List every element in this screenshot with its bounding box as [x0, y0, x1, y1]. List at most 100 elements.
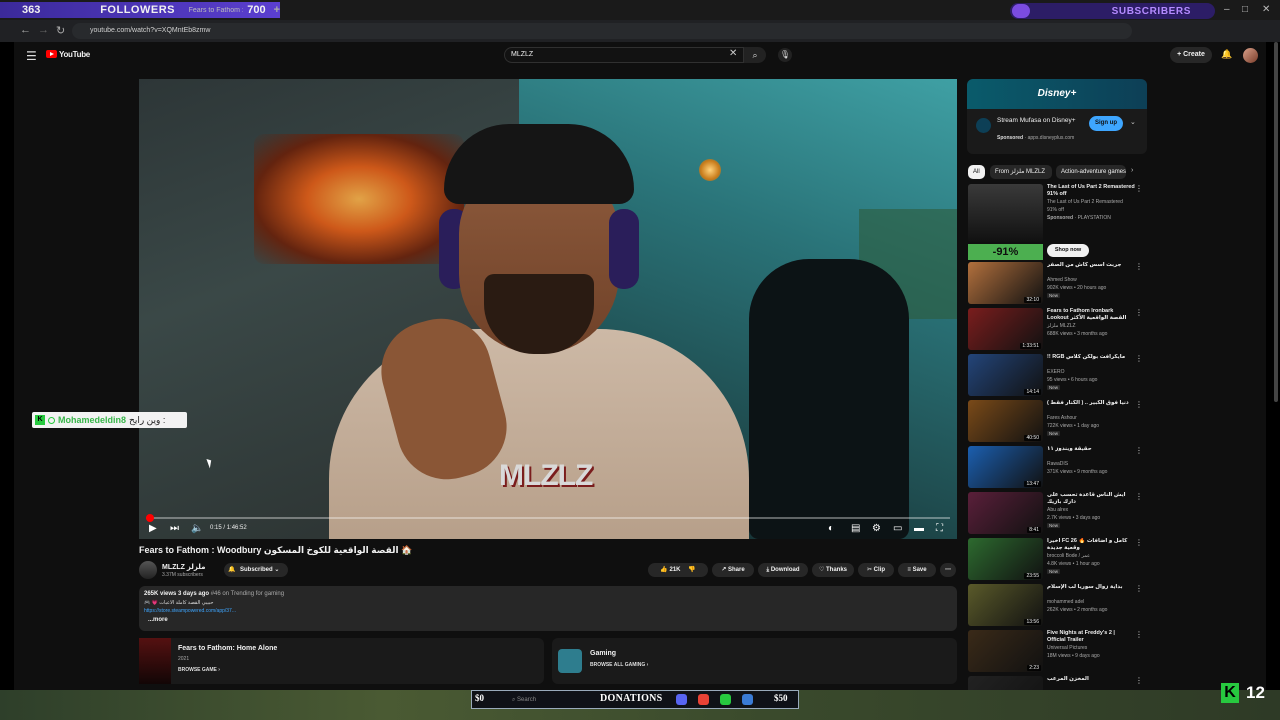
channel-name[interactable]: MLZLZ ملزلز — [162, 563, 205, 571]
more-options-icon[interactable]: ⋮ — [1135, 492, 1143, 501]
channel-avatar[interactable] — [139, 561, 157, 579]
more-options-icon[interactable]: ⋮ — [1135, 676, 1143, 685]
search-icon[interactable]: ⌕ — [744, 47, 766, 63]
browser-tab-title[interactable]: Fears to Fathom : Woodbury — [189, 7, 244, 14]
trending-rank[interactable]: #46 on Trending for gaming — [211, 591, 284, 597]
more-options-icon[interactable]: ⋮ — [1135, 308, 1143, 317]
recommendation-item[interactable]: 2:23 Five Nights at Freddy's 2 | Official… — [968, 630, 1143, 674]
next-icon[interactable]: ⏭ — [170, 523, 179, 534]
game-thumbnail[interactable] — [139, 638, 171, 684]
shop-now-button[interactable]: Shop now — [1047, 244, 1089, 257]
progress-bar[interactable] — [146, 517, 950, 519]
recommendation-item[interactable]: 32:10 جربت أسس كاش من الصفر Ahmed Show 902K… — [968, 262, 1143, 306]
promo-title[interactable]: The Last of Us Part 2 Remastered 91% off — [1047, 184, 1135, 198]
settings-gear-icon[interactable]: ⚙ — [872, 523, 881, 534]
promo-thumbnail[interactable] — [968, 184, 1043, 242]
more-options-icon[interactable]: ⋮ — [1135, 184, 1143, 193]
video-title[interactable]: المخزن المرعب — [1047, 676, 1135, 683]
video-title[interactable]: !! RGB مايكرافت بولكن كلاس — [1047, 354, 1135, 361]
channel-name[interactable]: broccoli Bode / عمر — [1047, 553, 1090, 559]
chip-from-channel[interactable]: From ملزلز MLZLZ — [990, 165, 1052, 179]
sign-up-button[interactable]: Sign up — [1089, 116, 1123, 131]
kick-app-icon[interactable] — [720, 694, 731, 705]
recommendation-item[interactable]: 13:47 حقيقة ويندوز ١١ RawaDIS 371K views • … — [968, 446, 1143, 490]
channel-name[interactable]: Fares Ashour — [1047, 415, 1077, 421]
ad-title[interactable]: Stream Mufasa on Disney+ — [997, 116, 1085, 125]
dislike-icon[interactable]: 👎 — [688, 567, 695, 573]
channel-name[interactable]: RawaDIS — [1047, 461, 1068, 467]
video-title[interactable]: أخيراً FC 26 🔥 كامل و اضافات وقعية جديدة — [1047, 538, 1135, 552]
notifications-bell-icon[interactable]: 🔔 — [1221, 49, 1232, 60]
recommendation-item[interactable]: 23:55 أخيراً FC 26 🔥 كامل و اضافات وقعية … — [968, 538, 1143, 582]
video-title[interactable]: جربت أسس كاش من الصفر — [1047, 262, 1135, 269]
volume-icon[interactable]: 🔈 — [191, 523, 203, 534]
chrome-icon[interactable] — [698, 694, 709, 705]
autoplay-toggle-icon[interactable]: ◐ — [828, 523, 834, 534]
more-options-icon[interactable]: ⋮ — [1135, 262, 1143, 271]
chevron-down-icon[interactable]: ⌄ — [1130, 118, 1136, 126]
promo-item[interactable]: The Last of Us Part 2 Remastered 91% off… — [968, 184, 1143, 242]
reload-icon[interactable]: ↻ — [56, 24, 65, 37]
gaming-title[interactable]: Gaming — [590, 650, 616, 657]
back-icon[interactable]: ← — [20, 24, 31, 36]
video-title[interactable]: بداية زوال سوريا لب الإسلام — [1047, 584, 1135, 591]
address-bar[interactable]: youtube.com/watch?v=XQMntEb8zmw — [72, 23, 1132, 39]
more-options-icon[interactable]: ⋮ — [1135, 630, 1143, 639]
browse-game-link[interactable]: BROWSE GAME › — [178, 667, 220, 673]
page-scrollbar[interactable] — [1274, 42, 1278, 402]
video-player[interactable]: MLZLZ — [139, 79, 957, 539]
channel-name[interactable]: mohammed adel — [1047, 599, 1084, 605]
subscribed-button[interactable]: Subscribed ⌄ — [224, 563, 288, 577]
recommendation-item[interactable]: 13:56 بداية زوال سوريا لب الإسلام mohammed… — [968, 584, 1143, 628]
minimize-icon[interactable]: – — [1224, 4, 1230, 15]
more-options-icon[interactable]: ⋮ — [1135, 400, 1143, 409]
recommendation-item[interactable]: 1:33:51 Fears to Fathom Ironbark Lookout … — [968, 308, 1143, 352]
recommendation-item[interactable]: 8:41 أيش الناس قاعدة تحسب على دارك بازيك A… — [968, 492, 1143, 536]
progress-scrubber[interactable] — [146, 514, 154, 522]
chevron-right-icon[interactable]: › — [1131, 167, 1133, 174]
search-input[interactable]: MLZLZ — [504, 47, 744, 63]
microphone-icon[interactable]: 🎙 — [778, 48, 792, 62]
miniplayer-icon[interactable]: ▭ — [893, 523, 902, 534]
browse-all-gaming-link[interactable]: BROWSE ALL GAMING › — [590, 662, 648, 668]
create-button[interactable]: + Create — [1170, 47, 1212, 63]
maximize-icon[interactable]: □ — [1242, 4, 1248, 15]
app-icon[interactable] — [742, 694, 753, 705]
play-icon[interactable]: ▶ — [149, 523, 157, 534]
video-title[interactable]: أيش الناس قاعدة تحسب على دارك بازيك — [1047, 492, 1135, 506]
more-actions-icon[interactable]: ⋯ — [940, 563, 956, 577]
like-button[interactable]: 👍 21K 👎 — [648, 563, 708, 577]
video-title[interactable]: دنيا فوق الكبير .. ( الكنار فقط ) — [1047, 400, 1135, 407]
subtitles-icon[interactable]: ▤ — [851, 523, 860, 534]
theater-mode-icon[interactable]: ▬ — [914, 523, 924, 534]
more-options-icon[interactable]: ⋮ — [1135, 354, 1143, 363]
clip-button[interactable]: ✂ Clip — [858, 563, 894, 577]
channel-name[interactable]: EXERO — [1047, 369, 1065, 375]
channel-name[interactable]: Abu alrex — [1047, 507, 1068, 513]
thanks-button[interactable]: ♡ Thanks — [812, 563, 854, 577]
gaming-card[interactable] — [552, 638, 957, 684]
ad-banner[interactable]: Disney+ — [967, 79, 1147, 109]
youtube-logo-icon[interactable] — [46, 50, 57, 58]
taskbar-search[interactable]: ⌕ Search — [500, 694, 590, 706]
fullscreen-icon[interactable]: ⛶ — [936, 523, 943, 534]
channel-name[interactable]: Ahmed Show — [1047, 277, 1077, 283]
more-options-icon[interactable]: ⋮ — [1135, 446, 1143, 455]
recommendation-item[interactable]: 40:50 دنيا فوق الكبير .. ( الكنار فقط ) Fa… — [968, 400, 1143, 444]
channel-name[interactable]: Universal Pictures — [1047, 645, 1087, 651]
more-options-icon[interactable]: ⋮ — [1135, 584, 1143, 593]
account-avatar[interactable] — [1243, 48, 1258, 63]
close-window-icon[interactable]: ✕ — [1262, 4, 1270, 15]
chip-all[interactable]: All — [968, 165, 985, 179]
game-title[interactable]: Fears to Fathom: Home Alone — [178, 645, 277, 652]
recommendation-item[interactable]: 14:14 !! RGB مايكرافت بولكن كلاس EXERO 95 v… — [968, 354, 1143, 398]
video-title[interactable]: Five Nights at Freddy's 2 | Official Tra… — [1047, 630, 1135, 644]
hamburger-menu-icon[interactable]: ☰ — [26, 49, 37, 63]
show-more-link[interactable]: ...more — [148, 617, 168, 623]
clear-search-icon[interactable]: ✕ — [729, 48, 737, 59]
download-button[interactable]: ⤓ Download — [758, 563, 808, 577]
video-title[interactable]: حقيقة ويندوز ١١ — [1047, 446, 1135, 453]
more-options-icon[interactable]: ⋮ — [1135, 538, 1143, 547]
channel-name[interactable]: ملزلز MLZLZ — [1047, 323, 1076, 329]
save-button[interactable]: ≡ Save — [898, 563, 936, 577]
